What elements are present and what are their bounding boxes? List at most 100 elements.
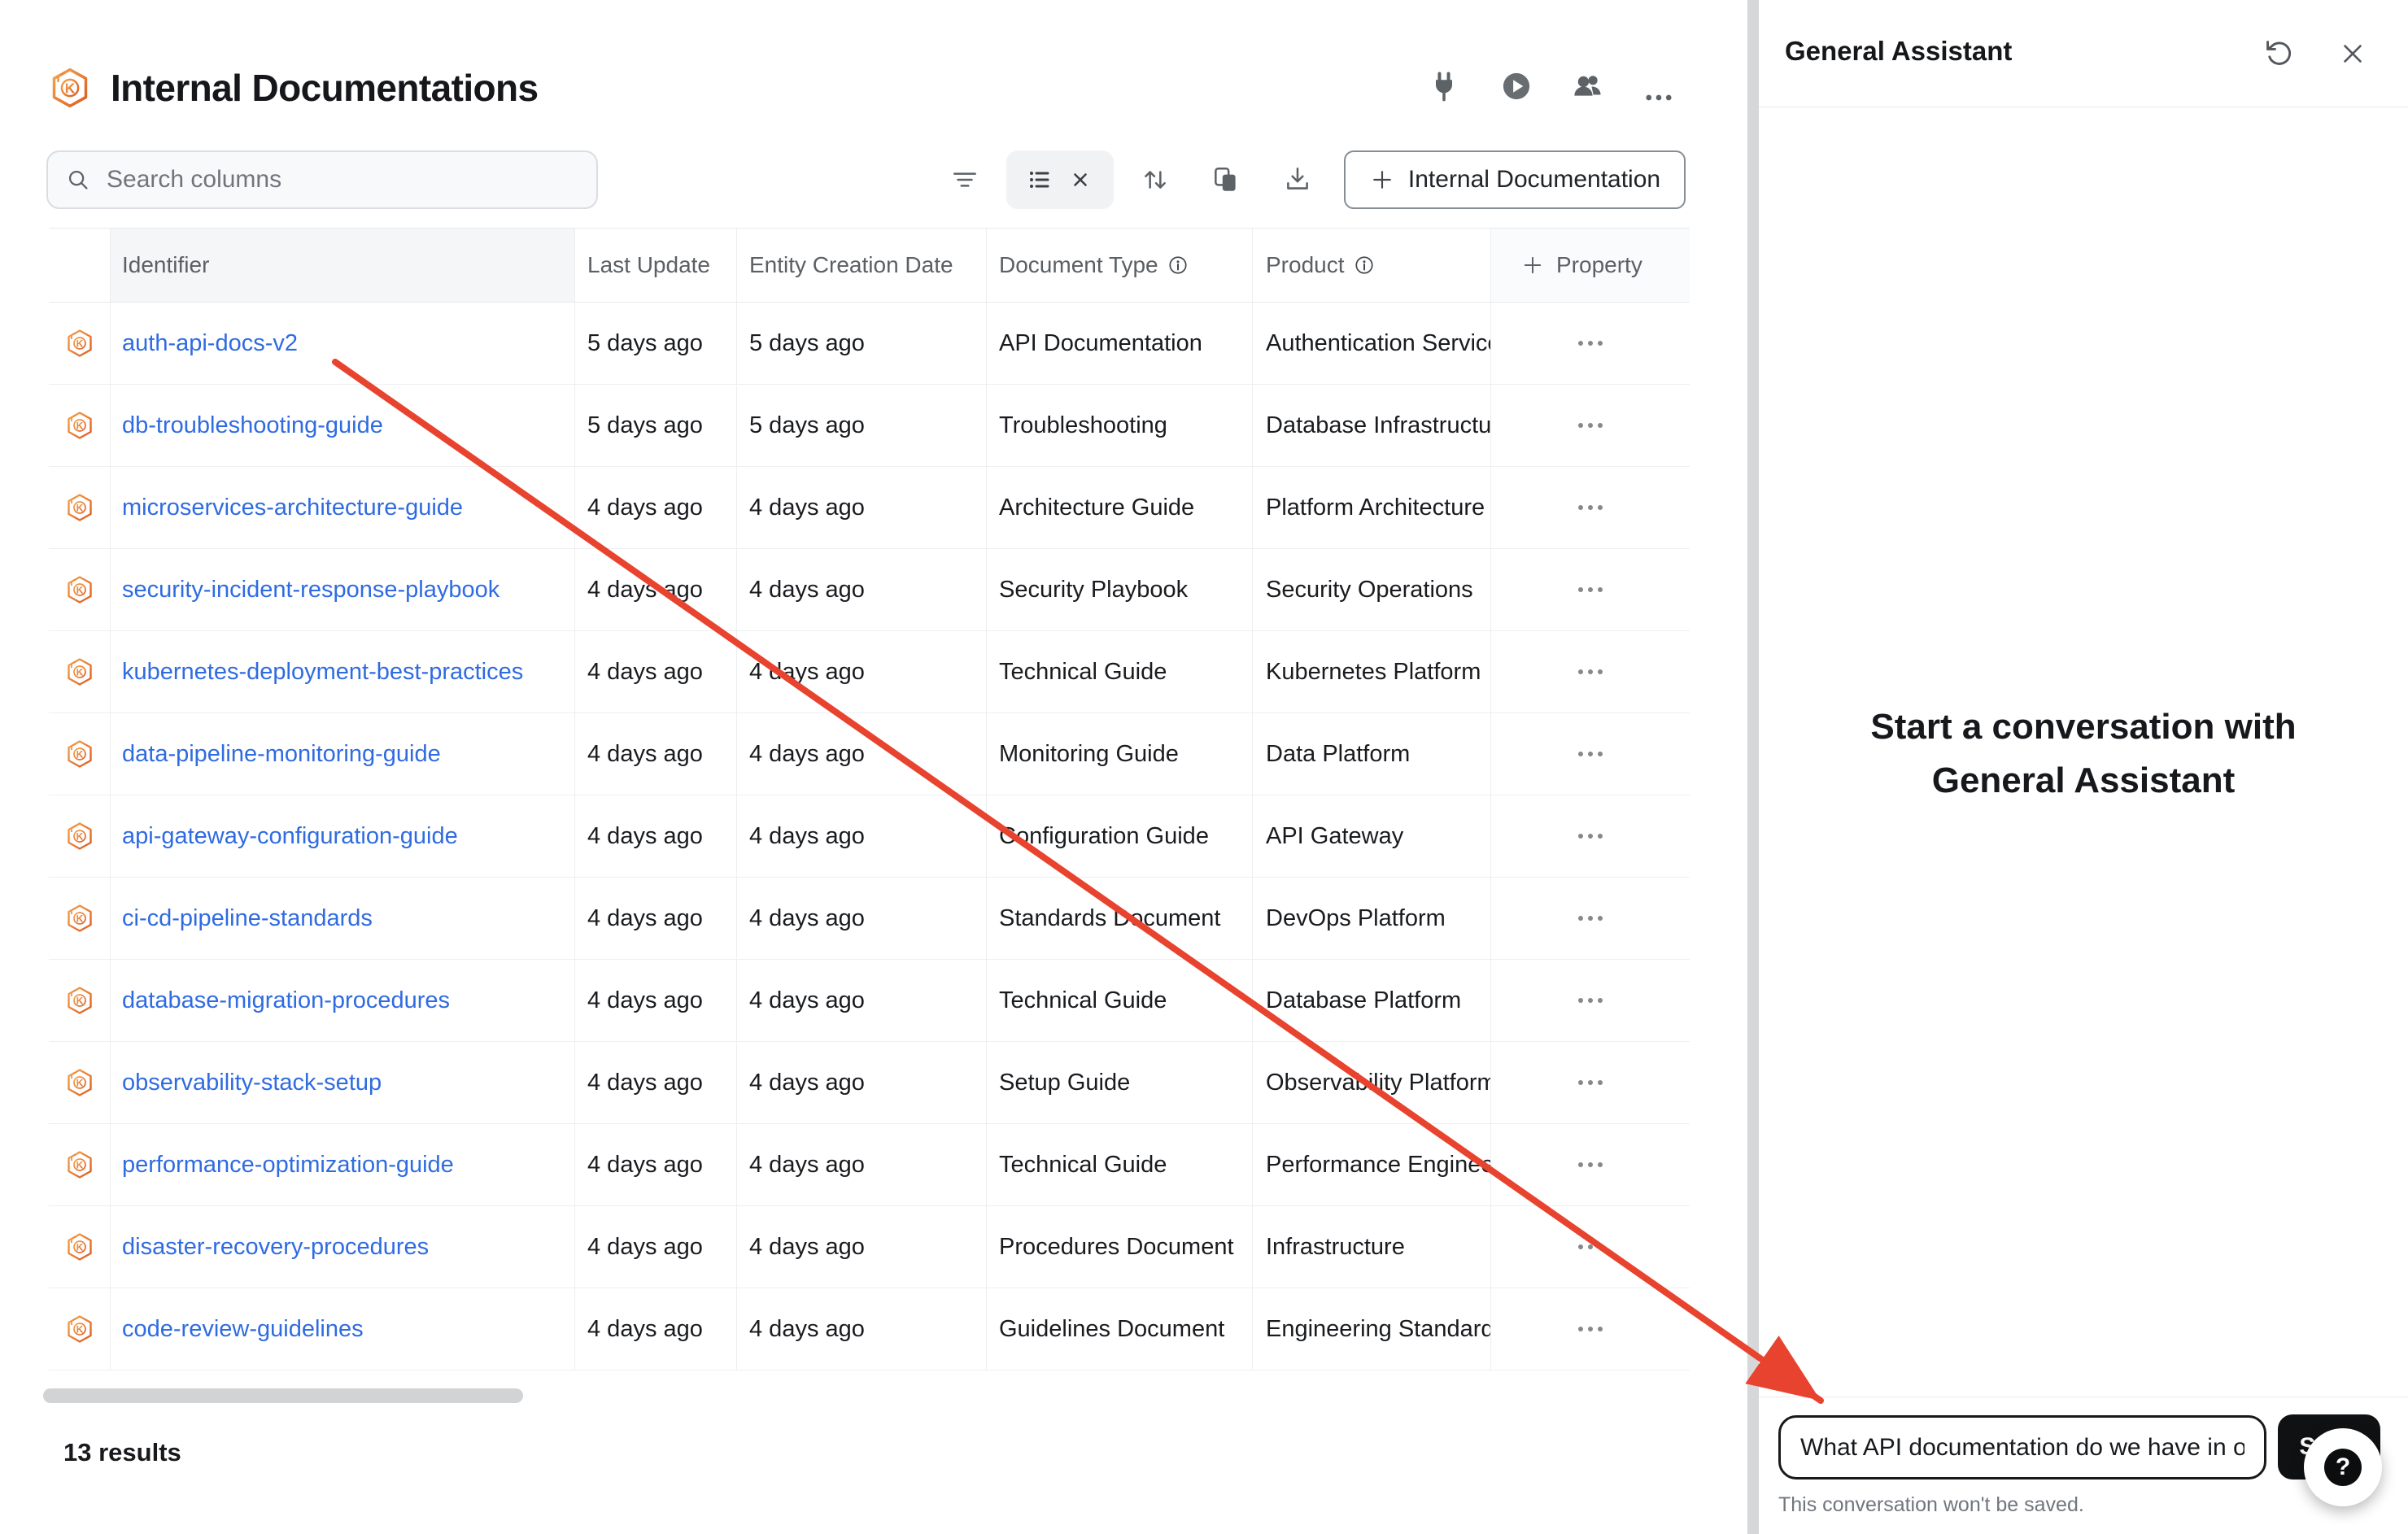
- row-actions-icon[interactable]: [1576, 749, 1605, 759]
- table-row[interactable]: ci-cd-pipeline-standards 4 days ago 4 da…: [49, 878, 1690, 960]
- table-row[interactable]: auth-api-docs-v2 5 days ago 5 days ago A…: [49, 303, 1690, 385]
- table-row[interactable]: database-migration-procedures 4 days ago…: [49, 960, 1690, 1042]
- product-cell: Data Platform: [1253, 713, 1491, 795]
- table-row[interactable]: data-pipeline-monitoring-guide 4 days ag…: [49, 713, 1690, 795]
- row-actions-icon[interactable]: [1576, 996, 1605, 1005]
- integrations-plug-icon[interactable]: [1428, 70, 1460, 102]
- column-header-label: Last Update: [587, 252, 710, 278]
- download-icon[interactable]: [1282, 164, 1313, 195]
- last-update-cell: 4 days ago: [575, 878, 737, 959]
- row-icon-cell: [49, 631, 111, 713]
- identifier-cell: microservices-architecture-guide: [111, 467, 575, 548]
- product-cell: Authentication Service: [1253, 303, 1491, 384]
- clear-view-icon[interactable]: [1066, 165, 1095, 194]
- column-header-label: Identifier: [122, 252, 209, 278]
- identifier-link[interactable]: database-migration-procedures: [122, 987, 450, 1014]
- table-row[interactable]: security-incident-response-playbook 4 da…: [49, 549, 1690, 631]
- identifier-link[interactable]: microservices-architecture-guide: [122, 495, 463, 521]
- table-row[interactable]: code-review-guidelines 4 days ago 4 days…: [49, 1288, 1690, 1371]
- duplicate-icon[interactable]: [1211, 164, 1241, 195]
- identifier-link[interactable]: api-gateway-configuration-guide: [122, 823, 458, 850]
- product-info-icon[interactable]: [1353, 254, 1376, 277]
- panel-resize-divider[interactable]: [1747, 0, 1759, 1534]
- identifier-link[interactable]: observability-stack-setup: [122, 1070, 382, 1096]
- members-icon[interactable]: [1572, 70, 1604, 102]
- assistant-panel: General Assistant Start a conversation w…: [1759, 0, 2408, 1534]
- identifier-link[interactable]: db-troubleshooting-guide: [122, 412, 383, 439]
- horizontal-scrollbar[interactable]: [43, 1388, 523, 1403]
- product-cell: Observability Platform: [1253, 1042, 1491, 1123]
- column-header-product[interactable]: Product: [1253, 229, 1491, 302]
- row-actions-cell: [1491, 385, 1690, 466]
- row-actions-icon[interactable]: [1576, 1324, 1605, 1334]
- identifier-link[interactable]: code-review-guidelines: [122, 1316, 364, 1343]
- sort-icon[interactable]: [1140, 164, 1171, 195]
- column-header-label: Product: [1266, 252, 1345, 278]
- row-icon-cell: [49, 1042, 111, 1123]
- table-row[interactable]: microservices-architecture-guide 4 days …: [49, 467, 1690, 549]
- product-cell: DevOps Platform: [1253, 878, 1491, 959]
- identifier-link[interactable]: auth-api-docs-v2: [122, 330, 298, 357]
- help-widget-button[interactable]: ?: [2304, 1428, 2382, 1506]
- row-actions-icon[interactable]: [1576, 421, 1605, 430]
- row-actions-icon[interactable]: [1576, 913, 1605, 923]
- filter-icon[interactable]: [949, 164, 980, 195]
- last-update-cell: 5 days ago: [575, 303, 737, 384]
- column-header-identifier[interactable]: Identifier: [111, 229, 575, 302]
- more-options-icon[interactable]: [1642, 81, 1675, 114]
- identifier-link[interactable]: data-pipeline-monitoring-guide: [122, 741, 441, 768]
- table-row[interactable]: performance-optimization-guide 4 days ag…: [49, 1124, 1690, 1206]
- row-actions-icon[interactable]: [1576, 1160, 1605, 1170]
- row-actions-cell: [1491, 1206, 1690, 1288]
- identifier-cell: ci-cd-pipeline-standards: [111, 878, 575, 959]
- product-cell: API Gateway: [1253, 795, 1491, 877]
- reset-conversation-icon[interactable]: [2263, 37, 2296, 70]
- product-cell: Database Platform: [1253, 960, 1491, 1041]
- page-header: Internal Documentations: [49, 63, 539, 112]
- last-update-cell: 4 days ago: [575, 631, 737, 713]
- assistant-footer: Send ? This conversation won't be saved.: [1759, 1397, 2408, 1534]
- document-type-cell: Technical Guide: [987, 631, 1253, 713]
- play-icon[interactable]: [1500, 70, 1533, 102]
- table-row[interactable]: api-gateway-configuration-guide 4 days a…: [49, 795, 1690, 878]
- row-actions-icon[interactable]: [1576, 585, 1605, 595]
- table-row[interactable]: db-troubleshooting-guide 5 days ago 5 da…: [49, 385, 1690, 467]
- record-logo-icon: [65, 411, 94, 440]
- identifier-link[interactable]: disaster-recovery-procedures: [122, 1234, 429, 1261]
- row-actions-icon[interactable]: [1576, 338, 1605, 348]
- identifier-cell: code-review-guidelines: [111, 1288, 575, 1370]
- search-box[interactable]: [46, 150, 598, 209]
- last-update-cell: 4 days ago: [575, 795, 737, 877]
- row-actions-icon[interactable]: [1576, 1242, 1605, 1252]
- row-icon-cell: [49, 1206, 111, 1288]
- column-header-entity-creation-date[interactable]: Entity Creation Date: [737, 229, 987, 302]
- add-property-label: Property: [1556, 252, 1642, 278]
- document-type-info-icon[interactable]: [1167, 254, 1189, 277]
- row-actions-icon[interactable]: [1576, 503, 1605, 512]
- row-actions-icon[interactable]: [1576, 1078, 1605, 1087]
- table-row[interactable]: observability-stack-setup 4 days ago 4 d…: [49, 1042, 1690, 1124]
- column-header-last-update[interactable]: Last Update: [575, 229, 737, 302]
- close-panel-icon[interactable]: [2336, 37, 2369, 70]
- row-icon-cell: [49, 303, 111, 384]
- column-header-label: Entity Creation Date: [749, 252, 953, 278]
- document-type-cell: API Documentation: [987, 303, 1253, 384]
- new-record-button[interactable]: Internal Documentation: [1344, 150, 1686, 209]
- entity-creation-date-cell: 4 days ago: [737, 713, 987, 795]
- records-table: Identifier Last Update Entity Creation D…: [49, 228, 1690, 1371]
- table-row[interactable]: kubernetes-deployment-best-practices 4 d…: [49, 631, 1690, 713]
- assistant-chat-input[interactable]: [1778, 1415, 2266, 1480]
- row-icon-cell: [49, 549, 111, 630]
- row-actions-icon[interactable]: [1576, 831, 1605, 841]
- identifier-link[interactable]: performance-optimization-guide: [122, 1152, 454, 1179]
- search-input[interactable]: [105, 165, 580, 194]
- row-actions-icon[interactable]: [1576, 667, 1605, 677]
- column-header-document-type[interactable]: Document Type: [987, 229, 1253, 302]
- identifier-link[interactable]: security-incident-response-playbook: [122, 577, 499, 604]
- identifier-link[interactable]: kubernetes-deployment-best-practices: [122, 659, 523, 686]
- add-property-button[interactable]: Property: [1491, 229, 1690, 302]
- identifier-link[interactable]: ci-cd-pipeline-standards: [122, 905, 373, 932]
- list-view-icon[interactable]: [1025, 165, 1054, 194]
- table-row[interactable]: disaster-recovery-procedures 4 days ago …: [49, 1206, 1690, 1288]
- last-update-cell: 4 days ago: [575, 960, 737, 1041]
